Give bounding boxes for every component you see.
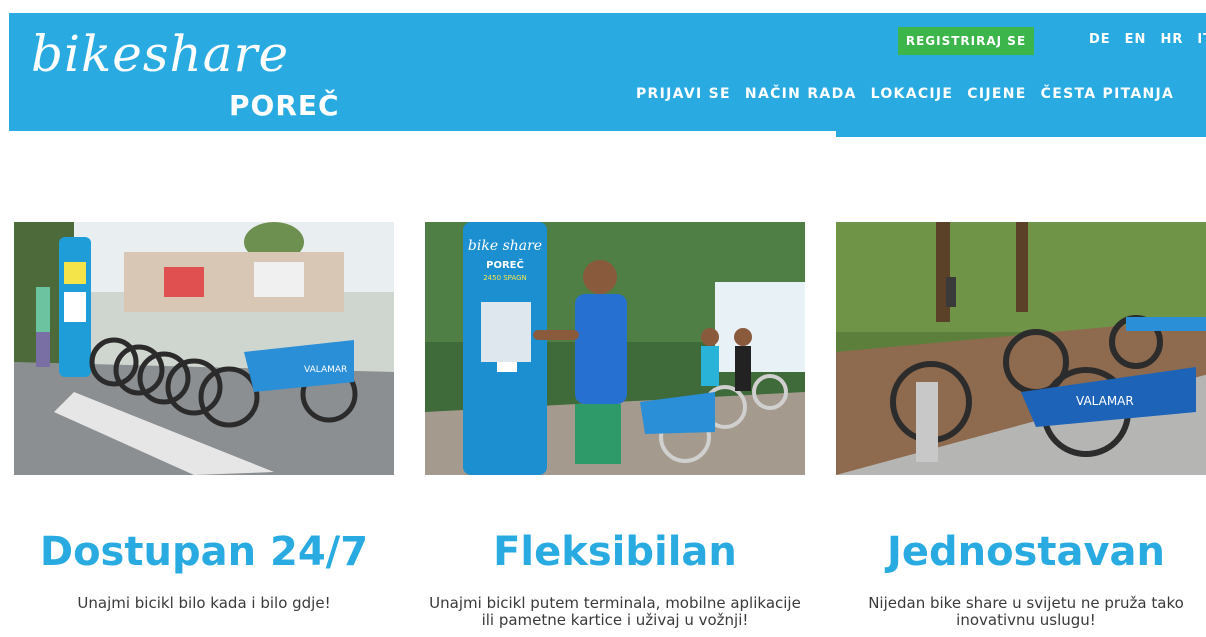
feature-text: Unajmi bicikl bilo kada i bilo gdje! — [77, 594, 331, 612]
feature-text: Nijedan bike share u svijetu ne pruža ta… — [868, 594, 1184, 629]
docked-bikes-photo: VALAMAR — [836, 222, 1206, 475]
nav-prices[interactable]: CIJENE — [967, 86, 1026, 102]
lang-it[interactable]: IT — [1197, 32, 1206, 47]
svg-text:bike share: bike share — [468, 238, 542, 254]
feature-title: Jednostavan — [886, 529, 1166, 575]
site-header: bikeshare POREČ REGISTRIRAJ SE DE EN HR … — [9, 13, 1206, 131]
feature-title: Dostupan 24/7 — [39, 529, 369, 575]
nav-how-it-works[interactable]: NAČIN RADA — [745, 86, 857, 102]
nav-login[interactable]: PRIJAVI SE — [636, 86, 731, 102]
nav-locations[interactable]: LOKACIJE — [871, 86, 954, 102]
active-nav-underline — [836, 131, 1206, 137]
feature-card-available: VALAMAR Dostupan 24/7 Unajmi bicikl bilo… — [14, 222, 394, 612]
language-switcher: DE EN HR IT — [1089, 32, 1206, 47]
feature-text: Unajmi bicikl putem terminala, mobilne a… — [429, 594, 801, 629]
svg-text:VALAMAR: VALAMAR — [304, 365, 347, 375]
logo-wordmark: bikeshare — [31, 25, 290, 83]
feature-card-simple: VALAMAR Jednostavan Nijedan bike share u… — [836, 222, 1206, 629]
feature-title: Fleksibilan — [493, 529, 737, 575]
lang-de[interactable]: DE — [1089, 32, 1111, 47]
lang-en[interactable]: EN — [1125, 32, 1147, 47]
lang-hr[interactable]: HR — [1160, 32, 1183, 47]
logo-city: POREČ — [229, 89, 340, 122]
bike-station-street-photo: VALAMAR — [14, 222, 394, 475]
register-button[interactable]: REGISTRIRAJ SE — [898, 27, 1034, 55]
nav-faq[interactable]: ČESTA PITANJA — [1041, 86, 1175, 102]
main-nav: PRIJAVI SE NAČIN RADA LOKACIJE CIJENE ČE… — [636, 86, 1174, 102]
bikeshare-porec-logo[interactable]: bikeshare POREČ — [31, 21, 371, 129]
terminal-user-photo: bike share POREČ 2450 SPAGN — [425, 222, 805, 475]
svg-text:2450 SPAGN: 2450 SPAGN — [483, 274, 527, 282]
svg-text:VALAMAR: VALAMAR — [1076, 394, 1134, 408]
svg-text:POREČ: POREČ — [486, 258, 524, 271]
feature-card-flexible: bike share POREČ 2450 SPAGN Fleksibilan … — [425, 222, 805, 629]
